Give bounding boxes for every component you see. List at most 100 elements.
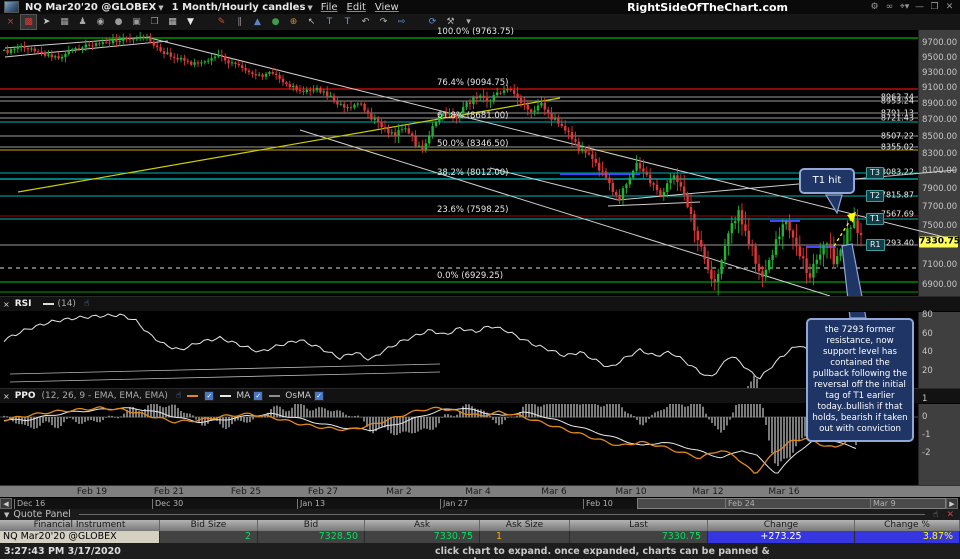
fib-level-label: 0.0% (6929.25) [437,271,504,281]
pointer-line-icon[interactable]: ↖ [304,15,319,29]
eye-icon[interactable]: ◉ [93,15,108,29]
rsi-params: (14) [57,299,76,309]
target-label-t3[interactable]: T3 [866,167,884,179]
image-box-icon[interactable]: ▣ [129,15,144,29]
ppo-ma-swatch [220,394,232,397]
chart-area[interactable]: × RSI (14) ☝ × PPO (12, 26, 9 - EMA, EMA… [0,27,960,485]
gear-icon[interactable]: ⚙ [868,2,881,12]
scroll-right-button[interactable]: ▶ [946,498,958,509]
minimize-icon[interactable]: — [913,2,926,12]
price-axis-label: 8700.00 [922,115,958,125]
price-axis-label: 7900.00 [922,184,958,194]
quote-ask-size: 1 [480,531,570,543]
price-level-tag: 7293.40 [880,238,914,248]
chevron-down-icon: ▼ [307,3,313,12]
link-icon[interactable]: ∞ [883,2,896,12]
fib-level-label: 23.6% (7598.25) [437,205,509,215]
price-axis-label: 8500.00 [922,132,958,142]
rsi-axis-label: 40 [922,347,933,357]
ppo-close-icon[interactable]: × [3,392,10,401]
marquee-select-icon[interactable]: ▩ [20,14,37,30]
col-bid-size: Bid Size [160,520,258,531]
scrollbar-date-label: Feb 24 [725,499,755,509]
rsi-axis-label: 60 [922,329,933,339]
ppo-axis-label: -1 [922,430,931,440]
quote-change: +273.25 [708,531,855,543]
collapse-triangle-icon[interactable]: ▼ [4,511,9,519]
target-label-t2[interactable]: T2 [866,190,884,202]
scrollbar-date-label: Jan 27 [440,499,468,509]
text-note-icon[interactable]: T [340,15,355,29]
price-axis-label: 9100.00 [922,83,958,93]
pencil-icon[interactable]: ✎ [214,15,229,29]
symbol-selector[interactable]: NQ Mar20'20 @GLOBEX ▼ [25,2,164,13]
menu-view[interactable]: View [375,2,399,13]
undo-icon[interactable]: ↶ [358,15,373,29]
layout-grid-icon[interactable]: ▦ [165,15,180,29]
fib-level-label: 38.2% (8012.00) [437,168,509,178]
arrow-right-icon[interactable]: ⇨ [394,15,409,29]
menu-edit[interactable]: Edit [347,2,366,13]
rsi-close-icon[interactable]: × [3,300,10,309]
sphere-icon[interactable]: ● [268,15,283,29]
quote-hand-icon[interactable]: ☝ [933,510,938,520]
quote-change-pct: 3.87% [855,531,960,543]
symbol-label: NQ Mar20'20 @GLOBEX [25,1,157,13]
price-axis-label: 7100.00 [922,260,958,270]
text-tool-icon[interactable]: T [322,15,337,29]
timeframe-selector[interactable]: 1 Month/Hourly candles ▼ [172,2,313,13]
col-ask-size: Ask Size [480,520,570,531]
grid-icon[interactable]: ▦ [57,15,72,29]
close-icon[interactable]: ✕ [943,2,956,12]
col-ask: Ask [365,520,480,531]
menu-file[interactable]: File [321,2,338,13]
snapshot-icon[interactable]: ❒ [147,15,162,29]
quote-instrument[interactable]: NQ Mar20'20 @GLOBEX [0,531,160,543]
target-label-r1[interactable]: R1 [866,239,885,251]
stamp-icon[interactable]: ♟ [75,15,90,29]
price-level-tag: 8355.02 [880,142,914,152]
cursor-icon[interactable]: ➤ [39,15,54,29]
ppo-ma-checkbox[interactable]: ✓ [253,391,264,401]
quote-bid: 7328.50 [258,531,365,543]
rsi-hand-icon[interactable]: ☝ [84,299,89,309]
quote-close-icon[interactable]: ✕ [946,510,954,520]
ppo-hand-icon[interactable]: ☝ [176,391,181,401]
target-label-t1[interactable]: T1 [866,213,884,225]
price-level-tag: 7815.87 [880,190,914,200]
scrollbar-date-label: Mar 9 [870,499,896,509]
candlestick-tool-icon[interactable]: ∥ [232,15,247,29]
scrollbar-thumb[interactable] [637,498,946,509]
t1-hit-callout[interactable]: T1 hit [799,168,855,194]
dropdown-triangle-icon[interactable]: ▼ [183,15,198,29]
close-chart-icon[interactable]: × [3,15,18,29]
analysis-note-callout[interactable]: the 7293 former resistance, now support … [806,318,914,442]
restore-icon[interactable]: ❐ [928,2,941,12]
col-financial-instrument: Financial Instrument [0,520,160,531]
scroll-left-button[interactable]: ◀ [0,498,12,509]
redo-icon[interactable]: ↷ [376,15,391,29]
quote-bid-size: 2 [160,531,258,543]
ppo-axis-label: 0 [922,412,928,422]
quote-table-row[interactable]: NQ Mar20'20 @GLOBEX 2 7328.50 7330.75 1 … [0,531,960,543]
price-axis-label: 8900.00 [922,99,958,109]
ppo-osma-checkbox[interactable]: ✓ [314,391,324,401]
price-level-tag: 8953.24 [880,96,914,106]
ppo-osma-swatch [269,394,281,397]
circle-tool-icon[interactable]: ● [111,15,126,29]
app-icon [4,1,19,13]
scrollbar-date-label: Dec 16 [14,499,45,509]
quote-ask: 7330.75 [365,531,480,543]
ppo-axis-label: 1 [922,394,928,404]
ppo-axis-label: -2 [922,448,931,458]
rsi-line-swatch [43,302,55,305]
ppo-line-checkbox[interactable]: ✓ [204,391,215,401]
price-level-tag: 7567.69 [880,209,914,219]
chevron-down-icon: ▼ [158,3,164,12]
col-bid: Bid [258,520,365,531]
pin-icon[interactable]: ⌖▾ [898,2,911,12]
crosshair-target-icon[interactable]: ⊕ [286,15,301,29]
col-last: Last [570,520,708,531]
price-axis-label: 8100.00 [922,166,958,176]
triangle-up-icon[interactable]: ▲ [250,15,265,29]
